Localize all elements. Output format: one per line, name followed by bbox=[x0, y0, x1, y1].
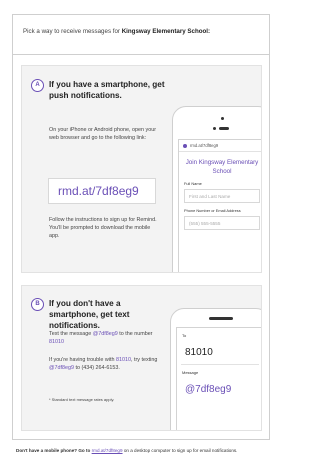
phone-camera-icon bbox=[221, 117, 224, 120]
to-value: 81010 bbox=[181, 342, 259, 365]
message-value: @7df8eg9 bbox=[185, 384, 232, 395]
message-label: Message bbox=[182, 370, 199, 375]
line1-prefix: Text the message bbox=[49, 331, 92, 337]
sheet-header: Pick a way to receive messages for Kings… bbox=[13, 15, 269, 55]
signup-link-box[interactable]: rmd.at/7df8eg9 bbox=[48, 178, 156, 204]
school-name: Kingsway Elementary School: bbox=[121, 28, 211, 35]
line1-suffix: to the number bbox=[119, 331, 153, 337]
phone-speaker-icon bbox=[219, 127, 229, 130]
option-b-line2: If you're having trouble with 81010, try… bbox=[49, 356, 161, 372]
browser-url: rmd.at/7df8eg9 bbox=[190, 143, 219, 148]
rates-disclaimer: * Standard text message rates apply. bbox=[49, 397, 115, 402]
option-a-follow-up: Follow the instructions to sign up for R… bbox=[49, 217, 157, 239]
browser-url-bar: rmd.at/7df8eg9 bbox=[179, 140, 261, 152]
line2-code: @7df8eg9 bbox=[49, 365, 74, 371]
footer-note: Don't have a mobile phone? Go to rmd.at/… bbox=[16, 448, 276, 453]
option-b-badge: B bbox=[31, 298, 44, 311]
line1-number: 81010 bbox=[49, 339, 64, 345]
signup-link[interactable]: rmd.at/7df8eg9 bbox=[58, 184, 139, 198]
footer-prefix: Don't have a mobile phone? Go to bbox=[16, 448, 91, 453]
option-a-badge: A bbox=[31, 79, 44, 92]
phone-sensor-icon bbox=[213, 127, 216, 130]
contact-label: Phone Number or Email Address bbox=[184, 208, 241, 213]
phone-screen: rmd.at/7df8eg9 Join Kingsway Elementary … bbox=[178, 139, 261, 272]
line2-number: 81010 bbox=[115, 357, 131, 363]
header-prompt: Pick a way to receive messages for bbox=[23, 28, 120, 35]
footer-suffix: on a desktop computer to sign up for ema… bbox=[123, 448, 238, 453]
sms-phone-illustration: To 81010 Message @7df8eg9 bbox=[170, 308, 261, 430]
option-b-card: B If you don't have a smartphone, get te… bbox=[21, 285, 262, 431]
phone-speaker-icon bbox=[209, 317, 233, 320]
join-class-title: Join Kingsway Elementary School bbox=[185, 159, 259, 175]
option-a-card: A If you have a smartphone, get push not… bbox=[21, 65, 262, 273]
line2-mid: , try texting bbox=[130, 357, 158, 363]
full-name-field[interactable]: First and Last Name bbox=[184, 189, 260, 203]
option-b-title: If you don't have a smartphone, get text… bbox=[49, 299, 130, 330]
instructions-sheet: Pick a way to receive messages for Kings… bbox=[12, 14, 270, 440]
contact-field[interactable]: (555) 555-5555 bbox=[184, 216, 260, 230]
line1-code: @7df8eg9 bbox=[92, 331, 118, 337]
line2-prefix: If you're having trouble with bbox=[49, 357, 115, 363]
to-label: To bbox=[182, 333, 187, 338]
full-name-label: Full Name bbox=[184, 181, 202, 186]
footer-link[interactable]: rmd.at/7df8eg9 bbox=[92, 448, 123, 453]
sms-screen: To 81010 Message @7df8eg9 bbox=[176, 327, 261, 430]
lock-icon bbox=[183, 143, 187, 148]
smartphone-illustration: rmd.at/7df8eg9 Join Kingsway Elementary … bbox=[172, 106, 261, 272]
option-b-line1: Text the message @7df8eg9 to the number … bbox=[49, 330, 161, 346]
option-a-title: If you have a smartphone, get push notif… bbox=[49, 80, 165, 100]
line2-suffix: to (434) 264-6153. bbox=[75, 365, 120, 371]
option-a-instructions: On your iPhone or Android phone, open yo… bbox=[49, 127, 156, 141]
